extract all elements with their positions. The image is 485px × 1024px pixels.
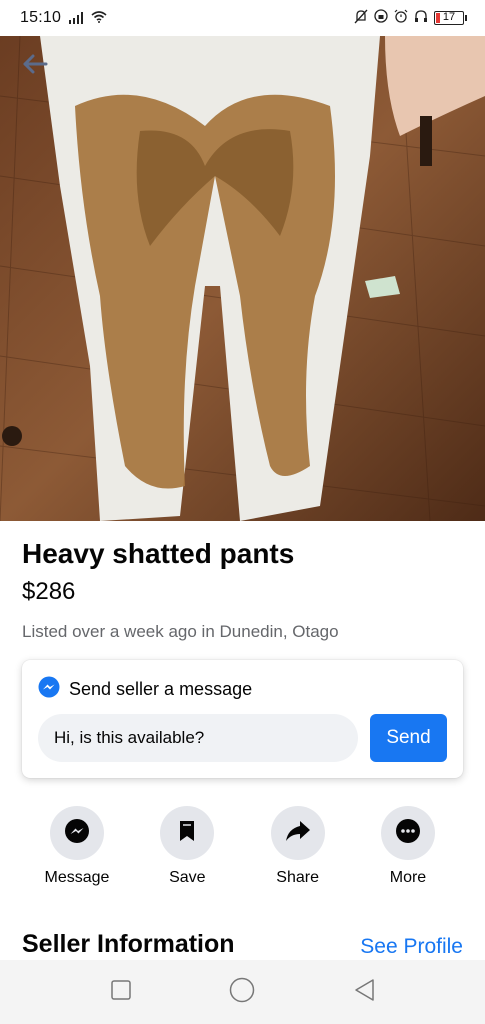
listing-meta: Listed over a week ago in Dunedin, Otago	[22, 622, 339, 641]
system-back-button[interactable]	[344, 972, 384, 1012]
send-button[interactable]: Send	[370, 714, 447, 762]
share-icon	[285, 820, 311, 847]
save-action-button[interactable]: Save	[132, 806, 242, 890]
share-action-button[interactable]: Share	[243, 806, 353, 890]
share-action-label: Share	[276, 869, 319, 886]
status-bar: 15:10 17	[0, 0, 485, 36]
save-action-label: Save	[169, 869, 206, 886]
more-action-button[interactable]: More	[353, 806, 463, 890]
save-action-circle	[160, 806, 215, 860]
back-button[interactable]	[22, 54, 56, 88]
message-input[interactable]	[38, 714, 358, 762]
alarm-icon	[394, 9, 408, 27]
share-action-circle	[270, 806, 325, 860]
more-icon	[395, 818, 421, 849]
battery-level: 17	[434, 11, 464, 25]
bookmark-icon	[179, 820, 195, 847]
home-button[interactable]	[222, 972, 262, 1012]
headphones-icon	[414, 9, 428, 27]
recent-apps-button[interactable]	[101, 972, 141, 1012]
square-icon	[111, 979, 131, 1005]
system-nav-bar	[0, 960, 485, 1024]
wifi-icon	[91, 10, 107, 27]
signal-icon	[69, 12, 84, 24]
more-action-circle	[380, 806, 435, 860]
triangle-back-icon	[353, 978, 375, 1007]
listing-price: $286	[22, 578, 76, 605]
card-header-label: Send seller a message	[69, 679, 253, 699]
listing-title: Heavy shatted pants	[22, 538, 295, 569]
battery-text: 17	[442, 11, 456, 23]
card-header: Send seller a message	[38, 676, 252, 703]
circle-icon	[229, 977, 255, 1008]
messenger-icon	[64, 818, 90, 849]
seller-information-heading: Seller Information	[22, 930, 235, 958]
mute-bell-icon	[354, 9, 368, 28]
photo-illustration	[0, 36, 485, 521]
action-buttons: Message Save Share More	[22, 806, 463, 890]
send-message-card: Send seller a message Send	[22, 660, 463, 778]
status-left: 15:10	[20, 9, 107, 27]
status-time: 15:10	[20, 9, 62, 26]
lock-rotation-icon	[374, 9, 388, 27]
message-action-button[interactable]: Message	[22, 806, 132, 890]
message-action-circle	[50, 806, 104, 860]
more-action-label: More	[389, 869, 427, 886]
message-action-label: Message	[44, 869, 110, 886]
listing-photo[interactable]	[0, 36, 485, 521]
see-profile-link[interactable]: See Profile	[360, 935, 463, 959]
status-right: 17	[354, 9, 467, 28]
messenger-icon	[38, 676, 60, 703]
battery-icon: 17	[434, 11, 467, 25]
